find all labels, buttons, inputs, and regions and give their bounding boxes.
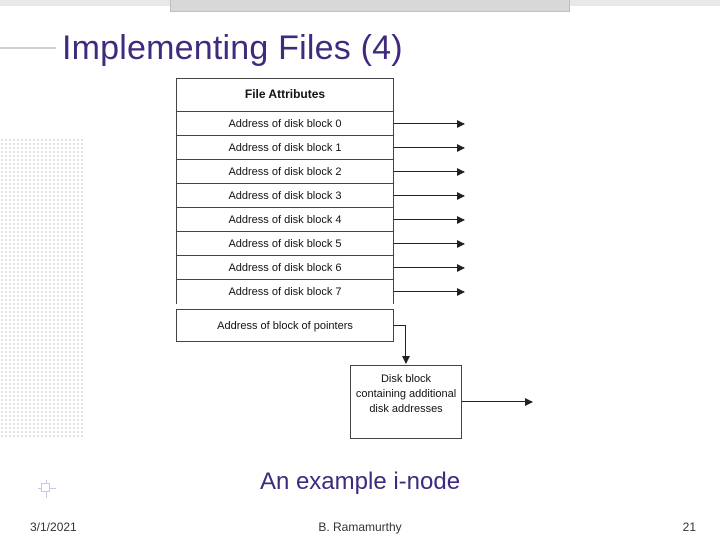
inode-row: Address of disk block 2 <box>177 160 393 184</box>
arrow-to-block-0 <box>394 123 464 124</box>
slide: Implementing Files (4) File Attributes A… <box>0 0 720 540</box>
inode-row: Address of disk block 6 <box>177 256 393 280</box>
inode-row: Address of disk block 0 <box>177 112 393 136</box>
arrow-pointer-down <box>405 325 406 363</box>
arrow-to-block-1 <box>394 147 464 148</box>
footer-page-number: 21 <box>683 520 696 534</box>
footer-author: B. Ramamurthy <box>0 520 720 534</box>
arrow-to-block-6 <box>394 267 464 268</box>
arrow-from-extra-box <box>462 401 532 402</box>
inode-pointer-block-row: Address of block of pointers <box>177 309 393 341</box>
arrow-to-block-7 <box>394 291 464 292</box>
inode-row: Address of disk block 1 <box>177 136 393 160</box>
inode-row: Address of disk block 3 <box>177 184 393 208</box>
title-row: Implementing Files (4) <box>0 18 720 78</box>
extra-disk-block-box: Disk block containing additional disk ad… <box>350 365 462 439</box>
inode-row: Address of disk block 5 <box>177 232 393 256</box>
top-accent-box <box>170 0 570 12</box>
page-title: Implementing Files (4) <box>62 29 403 68</box>
arrow-to-block-2 <box>394 171 464 172</box>
inode-table: File Attributes Address of disk block 0 … <box>176 78 394 342</box>
arrow-to-block-4 <box>394 219 464 220</box>
arrow-to-block-3 <box>394 195 464 196</box>
inode-diagram: File Attributes Address of disk block 0 … <box>0 78 720 438</box>
inode-row: Address of disk block 7 <box>177 280 393 304</box>
inode-row: Address of disk block 4 <box>177 208 393 232</box>
inode-header: File Attributes <box>177 79 393 112</box>
title-underline <box>0 47 56 49</box>
diagram-caption: An example i-node <box>0 468 720 496</box>
arrow-to-block-5 <box>394 243 464 244</box>
